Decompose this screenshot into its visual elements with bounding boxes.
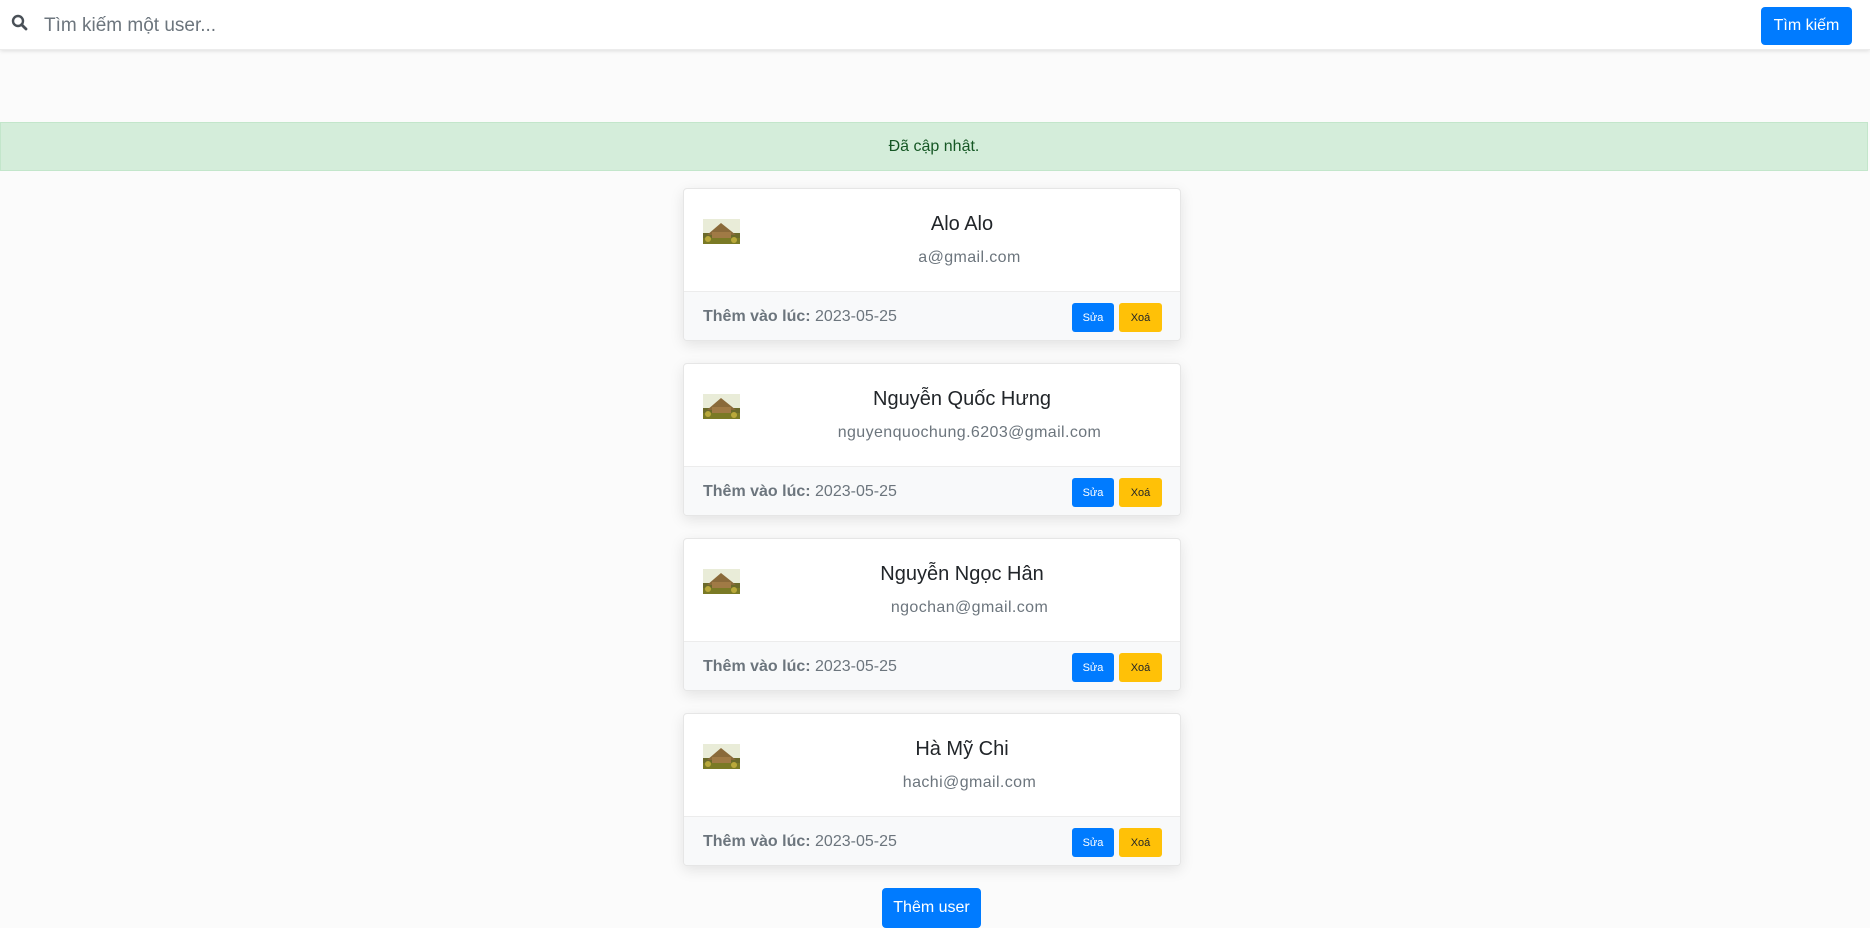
delete-button[interactable]: Xoá	[1119, 828, 1162, 857]
added-info: Thêm vào lúc: 2023-05-25	[703, 483, 897, 501]
added-info: Thêm vào lúc: 2023-05-25	[703, 833, 897, 851]
search-button[interactable]: Tìm kiếm	[1761, 7, 1852, 45]
user-name: Nguyễn Ngọc Hân	[880, 563, 1044, 585]
card-footer: Thêm vào lúc: 2023-05-25 Sửa Xoá	[684, 466, 1180, 515]
user-name: Hà Mỹ Chi	[915, 738, 1009, 760]
added-date: 2023-05-25	[815, 658, 897, 675]
avatar	[703, 744, 740, 769]
user-name: Alo Alo	[930, 213, 994, 235]
user-email: a@gmail.com	[918, 249, 1021, 266]
edit-button[interactable]: Sửa	[1072, 828, 1114, 857]
avatar	[703, 394, 740, 419]
card-body: Hà Mỹ Chi hachi@gmail.com	[684, 714, 1180, 816]
user-email: nguyenquochung.6203@gmail.com	[837, 424, 1102, 441]
user-card: Hà Mỹ Chi hachi@gmail.com Thêm vào lúc: …	[683, 713, 1181, 866]
card-footer: Thêm vào lúc: 2023-05-25 Sửa Xoá	[684, 816, 1180, 865]
delete-button[interactable]: Xoá	[1119, 303, 1162, 332]
added-label: Thêm vào lúc:	[703, 833, 811, 850]
edit-button[interactable]: Sửa	[1072, 653, 1114, 682]
success-alert: Đã cập nhật.	[0, 122, 1868, 171]
user-card: Nguyễn Quốc Hưng nguyenquochung.6203@gma…	[683, 363, 1181, 516]
edit-button[interactable]: Sửa	[1072, 478, 1114, 507]
edit-button[interactable]: Sửa	[1072, 303, 1114, 332]
user-name: Nguyễn Quốc Hưng	[873, 388, 1051, 410]
user-email: ngochan@gmail.com	[890, 599, 1049, 616]
delete-button[interactable]: Xoá	[1119, 478, 1162, 507]
added-label: Thêm vào lúc:	[703, 308, 811, 325]
added-label: Thêm vào lúc:	[703, 483, 811, 500]
added-info: Thêm vào lúc: 2023-05-25	[703, 308, 897, 326]
alert-message: Đã cập nhật.	[888, 137, 980, 155]
card-body: Nguyễn Quốc Hưng nguyenquochung.6203@gma…	[684, 364, 1180, 466]
delete-button[interactable]: Xoá	[1119, 653, 1162, 682]
card-footer: Thêm vào lúc: 2023-05-25 Sửa Xoá	[684, 291, 1180, 340]
user-card: Nguyễn Ngọc Hân ngochan@gmail.com Thêm v…	[683, 538, 1181, 691]
user-card: Alo Alo a@gmail.com Thêm vào lúc: 2023-0…	[683, 188, 1181, 341]
added-info: Thêm vào lúc: 2023-05-25	[703, 658, 897, 676]
added-label: Thêm vào lúc:	[703, 658, 811, 675]
card-body: Nguyễn Ngọc Hân ngochan@gmail.com	[684, 539, 1180, 641]
added-date: 2023-05-25	[815, 308, 897, 325]
added-date: 2023-05-25	[815, 833, 897, 850]
search-icon	[11, 14, 28, 31]
avatar	[703, 219, 740, 244]
add-user-button[interactable]: Thêm user	[882, 888, 981, 928]
search-bar: Tìm kiếm	[0, 0, 1870, 50]
user-email: hachi@gmail.com	[902, 774, 1037, 791]
added-date: 2023-05-25	[815, 483, 897, 500]
card-body: Alo Alo a@gmail.com	[684, 189, 1180, 291]
search-input[interactable]	[44, 8, 1744, 44]
avatar	[703, 569, 740, 594]
card-footer: Thêm vào lúc: 2023-05-25 Sửa Xoá	[684, 641, 1180, 690]
